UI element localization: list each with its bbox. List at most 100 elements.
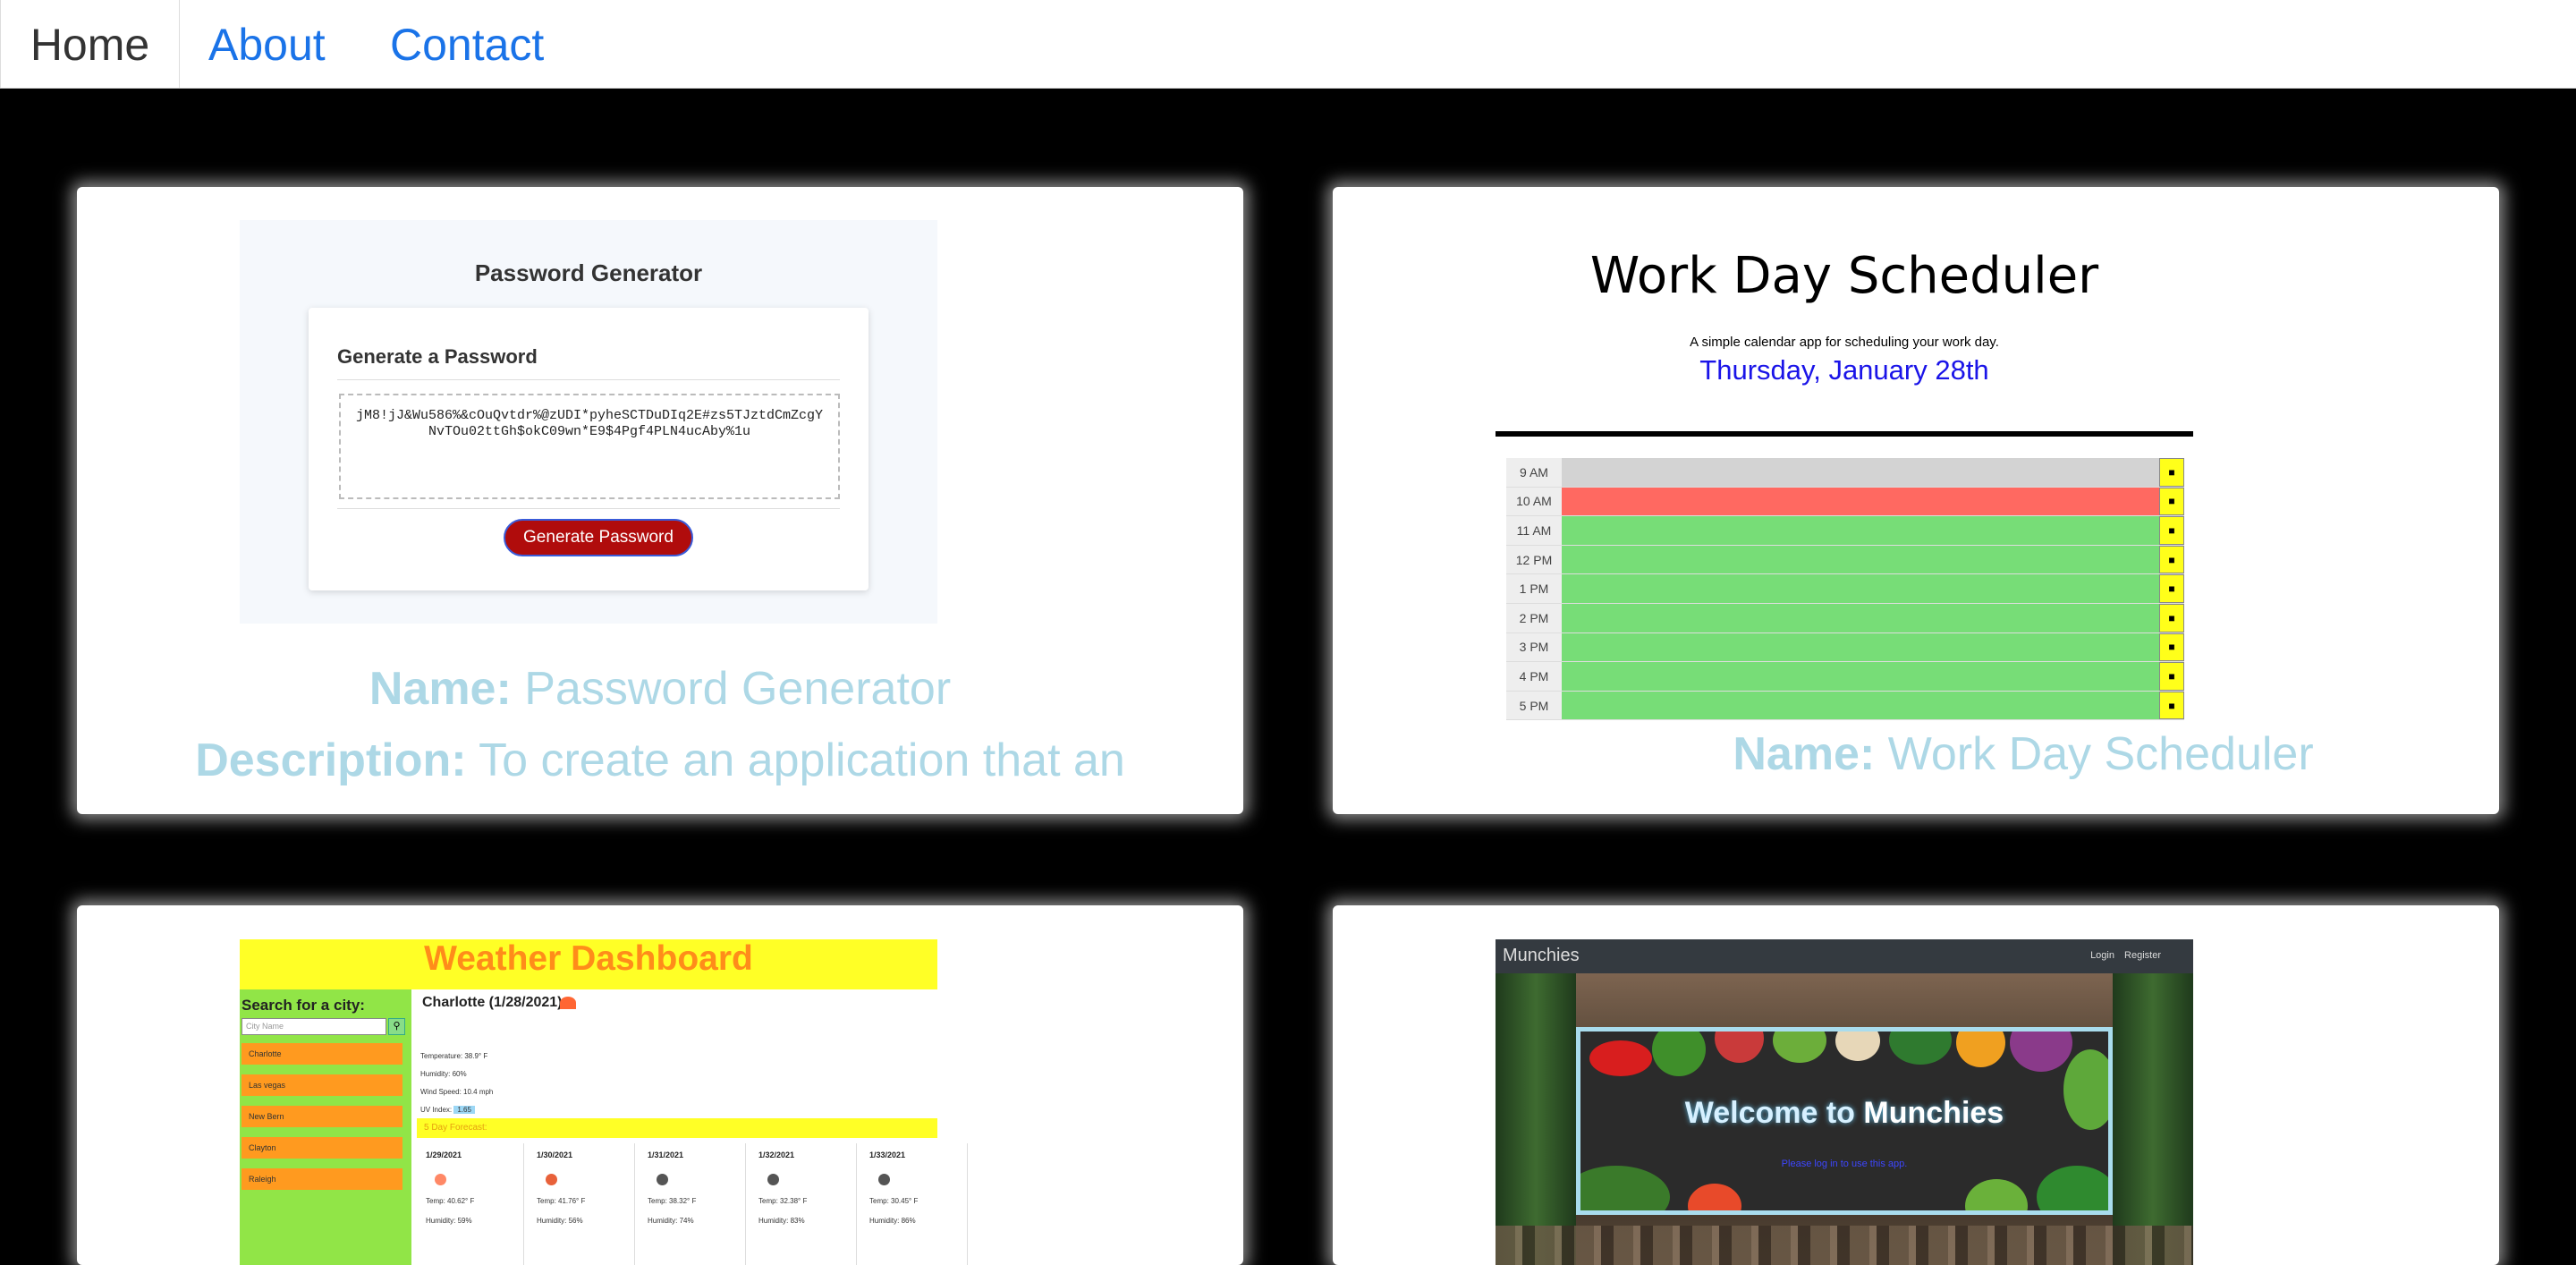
welcome-heading: Welcome to Munchies — [1580, 1096, 2108, 1131]
event-description — [1562, 487, 2159, 516]
plant-decoration — [2113, 973, 2193, 1265]
save-icon: ■ — [2159, 632, 2184, 662]
hour-label: 4 PM — [1506, 662, 1562, 691]
screenshot-title: Password Generator — [474, 259, 703, 286]
weather-icon — [767, 1174, 779, 1185]
project-description: Description: To create an application th… — [77, 734, 1243, 787]
save-icon: ■ — [2159, 487, 2184, 516]
hour-label: 11 AM — [1506, 516, 1562, 545]
hour-label: 1 PM — [1506, 574, 1562, 603]
time-block: 3 PM ■ — [1506, 632, 2184, 663]
forecast-humidity: Humidity: 74% — [648, 1217, 694, 1225]
project-card-password-generator[interactable]: Password Generator Generate a Password j… — [77, 187, 1243, 814]
time-block: 5 PM ■ — [1506, 691, 2184, 721]
project-name: Name: Work Day Scheduler — [1440, 727, 2499, 781]
current-humidity: Humidity: 60% — [420, 1070, 467, 1078]
event-description — [1562, 545, 2159, 574]
vegetable-decoration — [1773, 1032, 1826, 1063]
forecast-card: 1/32/2021 Temp: 32.38° F Humidity: 83% — [753, 1143, 857, 1265]
event-description — [1562, 603, 2159, 632]
city-history-item: New Bern — [242, 1106, 402, 1127]
project-name-value: Work Day Scheduler — [1887, 728, 2314, 780]
project-description-value: To create an application that an — [479, 734, 1125, 786]
forecast-humidity: Humidity: 56% — [537, 1217, 583, 1225]
forecast-temp: Temp: 40.62° F — [426, 1197, 475, 1205]
time-block: 2 PM ■ — [1506, 603, 2184, 633]
forecast-humidity: Humidity: 86% — [869, 1217, 916, 1225]
forecast-temp: Temp: 41.76° F — [537, 1197, 586, 1205]
event-description — [1562, 574, 2159, 603]
vegetable-decoration — [2037, 1166, 2108, 1210]
vegetable-decoration — [2010, 1032, 2072, 1072]
vegetable-decoration — [1835, 1032, 1880, 1061]
vegetable-decoration — [1956, 1032, 2005, 1067]
hour-label: 5 PM — [1506, 691, 1562, 720]
event-description — [1562, 691, 2159, 720]
project-card-munchies[interactable]: Munchies Login Register Welcome to Munch… — [1333, 905, 2499, 1265]
search-icon: ⚲ — [388, 1018, 405, 1035]
hour-label: 10 AM — [1506, 487, 1562, 516]
forecast-card: 1/33/2021 Temp: 30.45° F Humidity: 86% — [864, 1143, 968, 1265]
vegetable-decoration — [1589, 1040, 1652, 1076]
project-card-weather-dashboard[interactable]: Weather Dashboard Search for a city: Cit… — [77, 905, 1243, 1265]
screenshot-subtitle: Generate a Password — [337, 345, 538, 368]
project-screenshot: Munchies Login Register Welcome to Munch… — [1496, 939, 2193, 1265]
screenshot-brand: Munchies — [1503, 946, 1580, 965]
event-description — [1562, 662, 2159, 691]
save-icon: ■ — [2159, 603, 2184, 632]
time-block: 4 PM ■ — [1506, 662, 2184, 692]
divider — [337, 379, 840, 380]
hour-label: 3 PM — [1506, 632, 1562, 662]
forecast-temp: Temp: 38.32° F — [648, 1197, 697, 1205]
screenshot-title: Weather Dashboard — [240, 939, 937, 989]
event-description — [1562, 516, 2159, 545]
project-name: Name: Password Generator — [77, 662, 1243, 716]
event-description — [1562, 632, 2159, 662]
forecast-date: 1/31/2021 — [648, 1150, 684, 1159]
screenshot-nav-links: Login Register — [2090, 950, 2161, 961]
city-history-item: Charlotte — [242, 1043, 402, 1065]
time-block: 10 AM ■ — [1506, 487, 2184, 517]
generate-password-button: Generate Password — [504, 519, 693, 556]
time-block-list: 9 AM ■ 10 AM ■ 11 AM ■ 12 PM ■ 1 PM ■ 2 PM ■ 3 PM ■ 4 … — [1506, 458, 2184, 721]
nav-home-link[interactable]: Home — [0, 0, 180, 89]
project-description-label: Description: — [195, 734, 467, 786]
forecast-heading: 5 Day Forecast: — [417, 1118, 937, 1138]
event-description — [1562, 458, 2159, 487]
forecast-temp: Temp: 30.45° F — [869, 1197, 919, 1205]
forecast-date: 1/29/2021 — [426, 1150, 462, 1159]
navbar: Home About Contact — [0, 0, 2576, 89]
divider — [337, 508, 840, 509]
forecast-humidity: Humidity: 83% — [758, 1217, 805, 1225]
forecast-card: 1/29/2021 Temp: 40.62° F Humidity: 59% — [420, 1143, 524, 1265]
project-card-work-day-scheduler[interactable]: Work Day Scheduler A simple calendar app… — [1333, 187, 2499, 814]
save-icon: ■ — [2159, 516, 2184, 545]
vegetable-decoration — [1688, 1184, 1741, 1210]
vegetable-decoration — [1715, 1032, 1764, 1063]
vegetable-decoration — [1652, 1032, 1706, 1076]
time-block: 1 PM ■ — [1506, 574, 2184, 604]
hour-label: 12 PM — [1506, 545, 1562, 574]
uv-label: UV Index: — [420, 1106, 453, 1114]
current-date: Thursday, January 28th — [1699, 354, 1989, 386]
hour-label: 9 AM — [1506, 458, 1562, 487]
save-icon: ■ — [2159, 458, 2184, 487]
project-screenshot: Weather Dashboard Search for a city: Cit… — [240, 939, 968, 1265]
nav-contact-link[interactable]: Contact — [390, 0, 544, 89]
weather-icon — [560, 997, 576, 1009]
plant-decoration — [1496, 973, 1576, 1265]
welcome-banner: Welcome to Munchies Please log in to use… — [1576, 1027, 2113, 1215]
screenshot-panel: Generate a Password jM8!jJ&Wu586%&cOuQvt… — [309, 308, 869, 590]
screenshot-navbar: Munchies Login Register — [1496, 939, 2193, 973]
divider — [1496, 431, 2193, 437]
login-prompt: Please log in to use this app. — [1781, 1159, 1908, 1169]
save-icon: ■ — [2159, 574, 2184, 603]
uv-badge: 1.65 — [453, 1106, 475, 1114]
city-search-input: City Name — [242, 1018, 386, 1035]
welcome-prefix: Welcome to — [1684, 1096, 1864, 1130]
project-name-label: Name: — [369, 663, 512, 715]
hour-label: 2 PM — [1506, 603, 1562, 632]
project-name-label: Name: — [1733, 728, 1876, 780]
nav-about-link[interactable]: About — [208, 0, 326, 89]
screenshot-lead: A simple calendar app for scheduling you… — [1690, 335, 1999, 350]
